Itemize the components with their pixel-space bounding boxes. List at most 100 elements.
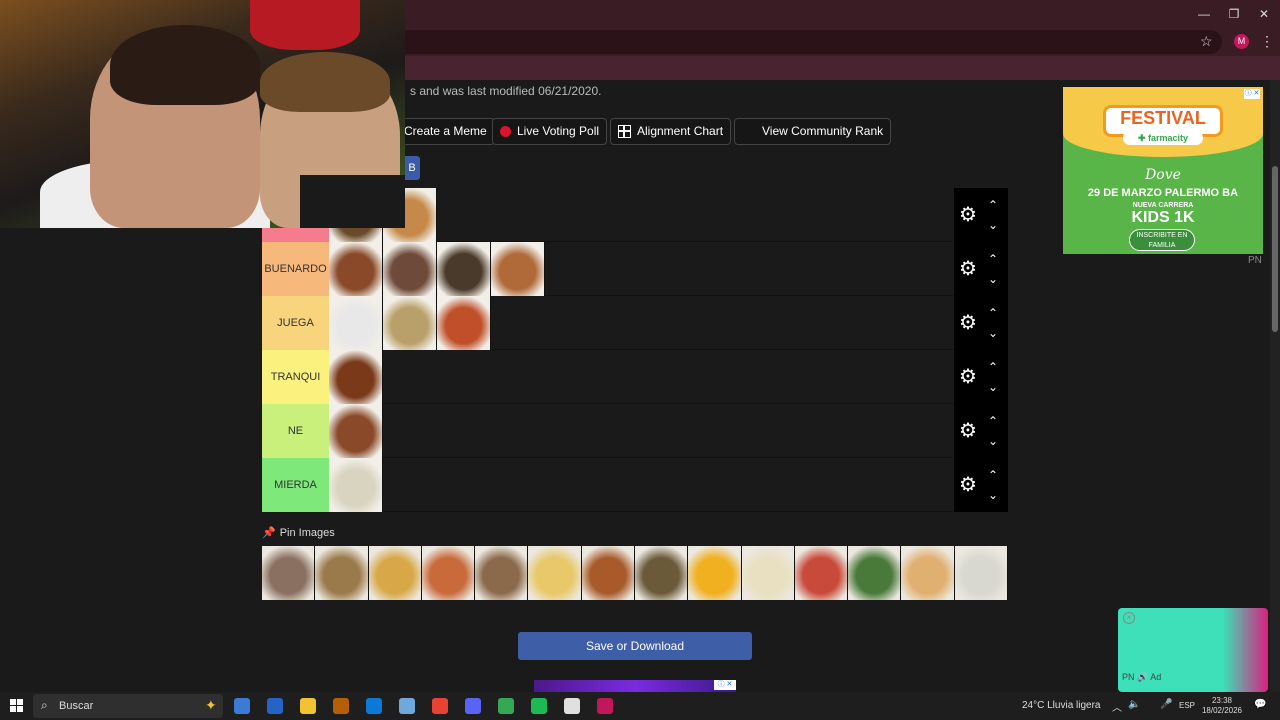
weather-widget[interactable]: 24°C Lluvia ligera	[1022, 700, 1101, 711]
notifications-icon[interactable]: 💬	[1254, 699, 1266, 710]
food-image[interactable]	[383, 296, 437, 350]
search-placeholder: Buscar	[59, 700, 94, 712]
bookmark-star-icon[interactable]: ☆	[1200, 33, 1213, 50]
tier-label[interactable]: TRANQUI	[262, 350, 329, 404]
pool-food-image[interactable]	[954, 546, 1008, 600]
language-indicator[interactable]: ESP	[1179, 701, 1195, 710]
chevron-up-icon[interactable]: ⌃	[986, 361, 1000, 373]
pool-food-image[interactable]	[848, 546, 902, 600]
pool-food-image[interactable]	[421, 546, 476, 600]
chevron-up-icon[interactable]: ⌃	[986, 199, 1000, 211]
gear-icon[interactable]: ⚙	[958, 421, 978, 441]
video-ad-player[interactable]: × PN 🔊 Ad	[1118, 608, 1268, 692]
windows-start-icon[interactable]	[10, 699, 23, 712]
restore-button[interactable]: ❐	[1226, 6, 1242, 22]
webcam-overlay	[0, 0, 405, 228]
bottom-banner-ad[interactable]	[534, 680, 736, 692]
taskbar-app-icon[interactable]	[432, 698, 448, 714]
microphone-icon[interactable]: 🎤	[1160, 699, 1172, 710]
gear-icon[interactable]: ⚙	[958, 259, 978, 279]
chevron-up-icon[interactable]: ⌃	[986, 415, 1000, 427]
food-image[interactable]	[437, 296, 491, 350]
tag-b-button[interactable]: B	[404, 156, 420, 180]
food-image[interactable]	[329, 350, 383, 404]
alignment-chart-button[interactable]: Alignment Chart	[610, 118, 732, 145]
taskbar-app-icon[interactable]	[234, 698, 250, 714]
chevron-up-icon[interactable]: ⌃	[986, 307, 1000, 319]
taskbar-app-icon[interactable]	[333, 698, 349, 714]
taskbar-app-icon[interactable]	[498, 698, 514, 714]
taskbar-search-input[interactable]: ⌕ Buscar ✦	[33, 694, 223, 718]
festival-ad[interactable]: FESTIVAL ✚ farmacity Dove 29 DE MARZO PA…	[1063, 87, 1263, 254]
taskbar-clock[interactable]: 23:38 18/02/2026	[1200, 696, 1244, 716]
pool-food-image[interactable]	[634, 546, 689, 600]
food-image[interactable]	[491, 242, 545, 296]
gear-icon[interactable]: ⚙	[958, 475, 978, 495]
video-ad-close-icon[interactable]: ×	[1123, 612, 1135, 624]
profile-avatar[interactable]: M	[1234, 34, 1249, 49]
pool-food-image[interactable]	[475, 546, 529, 600]
taskbar-app-icon[interactable]	[597, 698, 613, 714]
community-rank-button[interactable]: View Community Rank	[734, 118, 892, 145]
chevron-up-icon[interactable]: ⌃	[986, 253, 1000, 265]
scrollbar-thumb[interactable]	[1272, 166, 1278, 332]
close-window-button[interactable]: ✕	[1256, 6, 1272, 22]
pool-food-image[interactable]	[741, 546, 795, 600]
chevron-down-icon[interactable]: ⌄	[986, 381, 1000, 393]
taskbar-app-icon[interactable]	[465, 698, 481, 714]
food-image[interactable]	[437, 242, 491, 296]
tier-row: JUEGA ⚙ ⌃ ⌄	[262, 296, 1008, 350]
save-download-button[interactable]: Save or Download	[518, 632, 752, 660]
tray-chevron-icon[interactable]: ︿	[1112, 699, 1122, 714]
taskbar-app-icon[interactable]	[267, 698, 283, 714]
video-ad-controls[interactable]: PN 🔊 Ad	[1122, 672, 1161, 683]
ad-cta-button[interactable]: INSCRIBITE EN FAMILIA	[1129, 229, 1195, 251]
taskbar-app-icon[interactable]	[531, 698, 547, 714]
tier-label[interactable]: MIERDA	[262, 458, 329, 512]
chevron-down-icon[interactable]: ⌄	[986, 489, 1000, 501]
taskbar-app-icon[interactable]	[564, 698, 580, 714]
screen: — ❐ ✕ ☆ M ⋮ s and was last modified 06/2…	[0, 0, 1280, 720]
food-image[interactable]	[329, 458, 383, 512]
chevron-down-icon[interactable]: ⌄	[986, 273, 1000, 285]
gear-icon[interactable]: ⚙	[958, 367, 978, 387]
food-image[interactable]	[329, 242, 383, 296]
live-voting-poll-button[interactable]: Live Voting Poll	[492, 118, 608, 145]
pool-food-image[interactable]	[794, 546, 849, 600]
taskbar-app-icon[interactable]	[366, 698, 382, 714]
gear-icon[interactable]: ⚙	[958, 205, 978, 225]
person-left-hair	[110, 25, 260, 105]
ad-info-close[interactable]: ⓘ ✕	[1244, 89, 1260, 99]
pool-food-image[interactable]	[368, 546, 422, 600]
tier-label[interactable]: NE	[262, 404, 329, 458]
volume-icon[interactable]: 🔈	[1128, 699, 1140, 710]
ad-brand: Dove	[1145, 167, 1181, 183]
pool-food-image[interactable]	[262, 546, 316, 600]
pool-food-image[interactable]	[315, 546, 369, 600]
create-meme-button[interactable]: Create a Meme	[396, 118, 495, 145]
pool-food-image[interactable]	[581, 546, 635, 600]
pool-food-image[interactable]	[528, 546, 582, 600]
chevron-down-icon[interactable]: ⌄	[986, 435, 1000, 447]
taskbar-app-icon[interactable]	[300, 698, 316, 714]
bottom-ad-close[interactable]: ⓘ ✕	[714, 680, 736, 690]
browser-menu-icon[interactable]: ⋮	[1260, 33, 1274, 50]
pool-food-image[interactable]	[901, 546, 955, 600]
tier-controls: ⚙ ⌃ ⌄	[954, 242, 1008, 296]
pin-images-toggle[interactable]: 📌 Pin Images	[262, 526, 335, 539]
tier-label[interactable]: BUENARDO	[262, 242, 329, 296]
tier-items	[329, 242, 545, 296]
food-image[interactable]	[329, 404, 383, 458]
taskbar-app-icon[interactable]	[399, 698, 415, 714]
food-image[interactable]	[383, 242, 437, 296]
tier-list: ⚙ ⌃ ⌄ BUENARDO ⚙ ⌃ ⌄ JUEGA ⚙ ⌃ ⌄ TRANQUI ⚙ ⌃ ⌄ NE ⚙ ⌃ ⌄ MIE…	[262, 188, 1008, 512]
minimize-button[interactable]: —	[1196, 6, 1212, 22]
chevron-down-icon[interactable]: ⌄	[986, 327, 1000, 339]
chevron-up-icon[interactable]: ⌃	[986, 469, 1000, 481]
gear-icon[interactable]: ⚙	[958, 313, 978, 333]
tier-label[interactable]: JUEGA	[262, 296, 329, 350]
chevron-down-icon[interactable]: ⌄	[986, 219, 1000, 231]
food-image[interactable]	[329, 296, 383, 350]
pool-food-image[interactable]	[688, 546, 742, 600]
tier-row: TRANQUI ⚙ ⌃ ⌄	[262, 350, 1008, 404]
